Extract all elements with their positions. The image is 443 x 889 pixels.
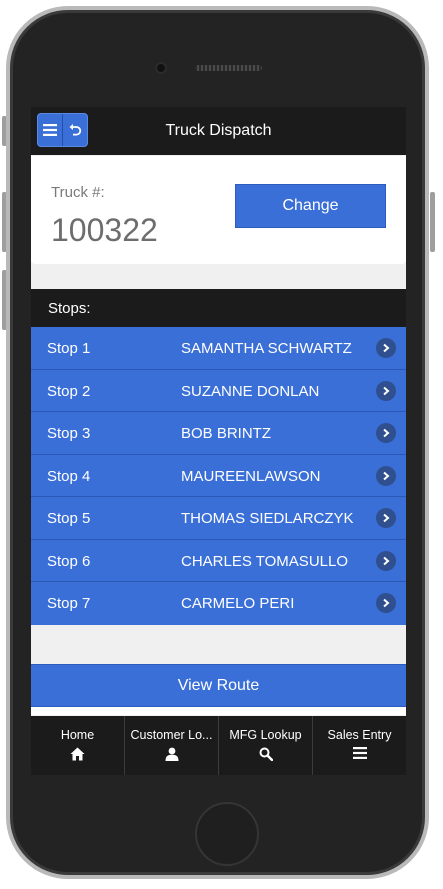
front-camera <box>155 62 167 74</box>
earpiece-speaker <box>195 65 262 71</box>
stop-number: Stop 6 <box>47 552 91 570</box>
stop-customer-name: CARMELO PERI <box>181 595 295 612</box>
stop-row-6[interactable]: Stop 6 CHARLES TOMASULLO <box>31 539 406 582</box>
page-title: Truck Dispatch <box>165 122 272 139</box>
nav-item-home[interactable]: Home <box>31 716 124 775</box>
stop-number: Stop 7 <box>47 595 91 612</box>
nav-label: Home <box>60 728 95 742</box>
search-icon <box>259 747 273 761</box>
app-screen: Truck Dispatch Truck #: 100322 Change St… <box>31 107 406 775</box>
home-hardware-button[interactable] <box>195 802 259 866</box>
stop-customer-name: BOB BRINTZ <box>181 425 272 442</box>
user-icon <box>165 747 178 761</box>
stop-customer-name: SAMANTHA SCHWARTZ <box>181 340 352 357</box>
chevron-right-icon <box>376 423 396 443</box>
stop-customer-name: MAUREENLAWSON <box>181 467 321 485</box>
nav-item-customer-lookup[interactable]: Customer Lo... <box>124 716 218 775</box>
truck-number: 100322 <box>51 212 158 248</box>
stop-number: Stop 5 <box>47 510 91 527</box>
chevron-right-icon <box>376 550 396 571</box>
stop-number: Stop 4 <box>47 467 91 485</box>
stop-number: Stop 3 <box>47 425 91 442</box>
stop-row-4[interactable]: Stop 4 MAUREENLAWSON <box>31 454 406 497</box>
power-button <box>430 192 435 252</box>
chevron-right-icon <box>376 338 396 358</box>
nav-item-sales-entry[interactable]: Sales Entry <box>312 716 406 775</box>
stops-header-label: Stops: <box>48 300 91 317</box>
stops-header: Stops: <box>31 289 406 327</box>
footer-spacer <box>31 707 406 715</box>
nav-label: MFG Lookup <box>229 728 302 742</box>
stop-customer-name: CHARLES TOMASULLO <box>181 552 348 570</box>
chevron-right-icon <box>376 380 396 401</box>
stop-row-1[interactable]: Stop 1 SAMANTHA SCHWARTZ <box>31 327 406 370</box>
stop-row-5[interactable]: Stop 5 THOMAS SIEDLARCZYK <box>31 497 406 540</box>
app-header: Truck Dispatch <box>31 107 406 155</box>
stop-customer-name: SUZANNE DONLAN <box>181 382 320 400</box>
truck-card: Truck #: 100322 Change <box>31 156 406 264</box>
stop-row-3[interactable]: Stop 3 BOB BRINTZ <box>31 412 406 455</box>
chevron-right-icon <box>376 508 396 528</box>
bottom-nav: Home Customer Lo... MFG Lookup Sales Ent… <box>31 716 406 775</box>
stop-customer-name: THOMAS SIEDLARCZYK <box>181 510 354 527</box>
nav-item-mfg-lookup[interactable]: MFG Lookup <box>218 716 312 775</box>
nav-label: Sales Entry <box>327 728 392 742</box>
stop-row-7[interactable]: Stop 7 CARMELO PERI <box>31 582 406 625</box>
truck-label: Truck #: <box>51 184 105 201</box>
nav-label: Customer Lo... <box>130 728 213 742</box>
stop-row-2[interactable]: Stop 2 SUZANNE DONLAN <box>31 369 406 412</box>
stop-number: Stop 2 <box>47 382 91 400</box>
stop-number: Stop 1 <box>47 340 91 357</box>
chevron-right-icon <box>376 465 396 486</box>
change-truck-button[interactable]: Change <box>235 184 386 228</box>
stops-list: Stop 1 SAMANTHA SCHWARTZ Stop 2 SUZANNE … <box>31 327 406 625</box>
chevron-right-icon <box>376 593 396 613</box>
view-route-button[interactable]: View Route <box>31 664 406 707</box>
menu-icon <box>352 747 367 759</box>
home-icon <box>70 747 85 761</box>
